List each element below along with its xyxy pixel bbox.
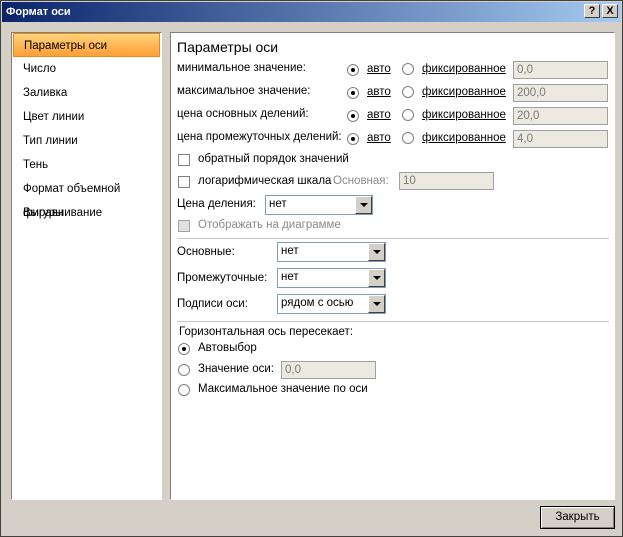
minor-unit-field[interactable]: 4,0 bbox=[513, 130, 608, 148]
cross-max-radio[interactable] bbox=[178, 384, 190, 396]
show-units-checkbox[interactable] bbox=[178, 220, 190, 232]
max-auto-radio[interactable] bbox=[347, 87, 359, 99]
major-tick-label: Основные: bbox=[177, 246, 235, 258]
cross-title: Горизонтальная ось пересекает: bbox=[179, 326, 354, 338]
cross-max-label: Максимальное значение по оси bbox=[198, 383, 368, 395]
axis-labels-value: рядом с осью bbox=[281, 297, 354, 309]
axis-options-panel: Параметры оси минимальное значение: авто… bbox=[170, 32, 615, 500]
max-fixed-label: фиксированное bbox=[422, 86, 506, 98]
cross-auto-label: Автовыбор bbox=[198, 342, 257, 354]
minor-unit-label: цена промежуточных делений: bbox=[177, 131, 342, 143]
min-fixed-radio[interactable] bbox=[402, 63, 414, 75]
minor-tick-value: нет bbox=[281, 271, 299, 283]
major-tick-combo[interactable]: нет bbox=[277, 242, 386, 262]
axis-labels-label: Подписи оси: bbox=[177, 298, 248, 310]
max-auto-label: авто bbox=[367, 86, 391, 98]
show-units-label: Отображать на диаграмме bbox=[198, 219, 341, 231]
display-units-combo[interactable]: нет bbox=[265, 195, 373, 215]
close-window-button[interactable]: X bbox=[602, 4, 618, 18]
min-fixed-label: фиксированное bbox=[422, 63, 506, 75]
minor-tick-combo[interactable]: нет bbox=[277, 268, 386, 288]
chevron-down-icon[interactable] bbox=[368, 295, 385, 313]
cross-value-radio[interactable] bbox=[178, 364, 190, 376]
min-value-field[interactable]: 0,0 bbox=[513, 61, 608, 79]
panel-title: Параметры оси bbox=[177, 39, 279, 55]
window-title: Формат оси bbox=[6, 6, 71, 18]
reverse-order-checkbox[interactable] bbox=[178, 154, 190, 166]
major-unit-auto-radio[interactable] bbox=[347, 110, 359, 122]
minor-tick-label: Промежуточные: bbox=[177, 272, 268, 284]
axis-labels-combo[interactable]: рядом с осью bbox=[277, 294, 386, 314]
category-list: Параметры оси Число Заливка Цвет линии Т… bbox=[11, 32, 162, 500]
major-unit-fixed-radio[interactable] bbox=[402, 109, 414, 121]
log-base-field[interactable]: 10 bbox=[399, 172, 494, 190]
major-unit-label: цена основных делений: bbox=[177, 108, 309, 120]
separator bbox=[177, 321, 609, 322]
major-unit-auto-label: авто bbox=[367, 109, 391, 121]
max-value-label: максимальное значение: bbox=[177, 85, 311, 97]
sidebar-item-3d-format[interactable]: Формат объемной фигуры bbox=[13, 177, 160, 219]
log-scale-label: логарифмическая шкала bbox=[198, 175, 332, 187]
minor-unit-fixed-label: фиксированное bbox=[422, 132, 506, 144]
minor-unit-auto-radio[interactable] bbox=[347, 133, 359, 145]
min-auto-label: авто bbox=[367, 63, 391, 75]
sidebar-item-number[interactable]: Число bbox=[13, 57, 160, 81]
chevron-down-icon[interactable] bbox=[368, 243, 385, 261]
min-auto-radio[interactable] bbox=[347, 64, 359, 76]
log-base-label: Основная: bbox=[333, 175, 389, 187]
cross-value-field[interactable]: 0,0 bbox=[281, 361, 376, 379]
min-value-label: минимальное значение: bbox=[177, 62, 306, 74]
chevron-down-icon[interactable] bbox=[355, 196, 372, 214]
cross-value-label: Значение оси: bbox=[198, 363, 274, 375]
cross-auto-radio[interactable] bbox=[178, 343, 190, 355]
major-unit-fixed-label: фиксированное bbox=[422, 109, 506, 121]
display-units-value: нет bbox=[269, 198, 287, 210]
sidebar-item-fill[interactable]: Заливка bbox=[13, 81, 160, 105]
sidebar-item-axis-options[interactable]: Параметры оси bbox=[13, 33, 160, 57]
help-button[interactable]: ? bbox=[584, 4, 600, 18]
log-scale-checkbox[interactable] bbox=[178, 176, 190, 188]
close-button[interactable]: Закрыть bbox=[540, 506, 615, 529]
major-unit-field[interactable]: 20,0 bbox=[513, 107, 608, 125]
sidebar-item-line-style[interactable]: Тип линии bbox=[13, 129, 160, 153]
sidebar-item-line-color[interactable]: Цвет линии bbox=[13, 105, 160, 129]
max-fixed-radio[interactable] bbox=[402, 86, 414, 98]
title-bar: Формат оси ? X bbox=[2, 2, 621, 22]
minor-unit-fixed-radio[interactable] bbox=[402, 132, 414, 144]
chevron-down-icon[interactable] bbox=[368, 269, 385, 287]
reverse-order-label: обратный порядок значений bbox=[198, 153, 349, 165]
display-units-label: Цена деления: bbox=[177, 198, 256, 210]
sidebar-item-alignment[interactable]: Выравнивание bbox=[13, 201, 160, 225]
major-tick-value: нет bbox=[281, 245, 299, 257]
separator bbox=[177, 238, 609, 239]
format-axis-dialog: Формат оси ? X Параметры оси Число Залив… bbox=[0, 0, 623, 537]
sidebar-item-shadow[interactable]: Тень bbox=[13, 153, 160, 177]
minor-unit-auto-label: авто bbox=[367, 132, 391, 144]
max-value-field[interactable]: 200,0 bbox=[513, 84, 608, 102]
